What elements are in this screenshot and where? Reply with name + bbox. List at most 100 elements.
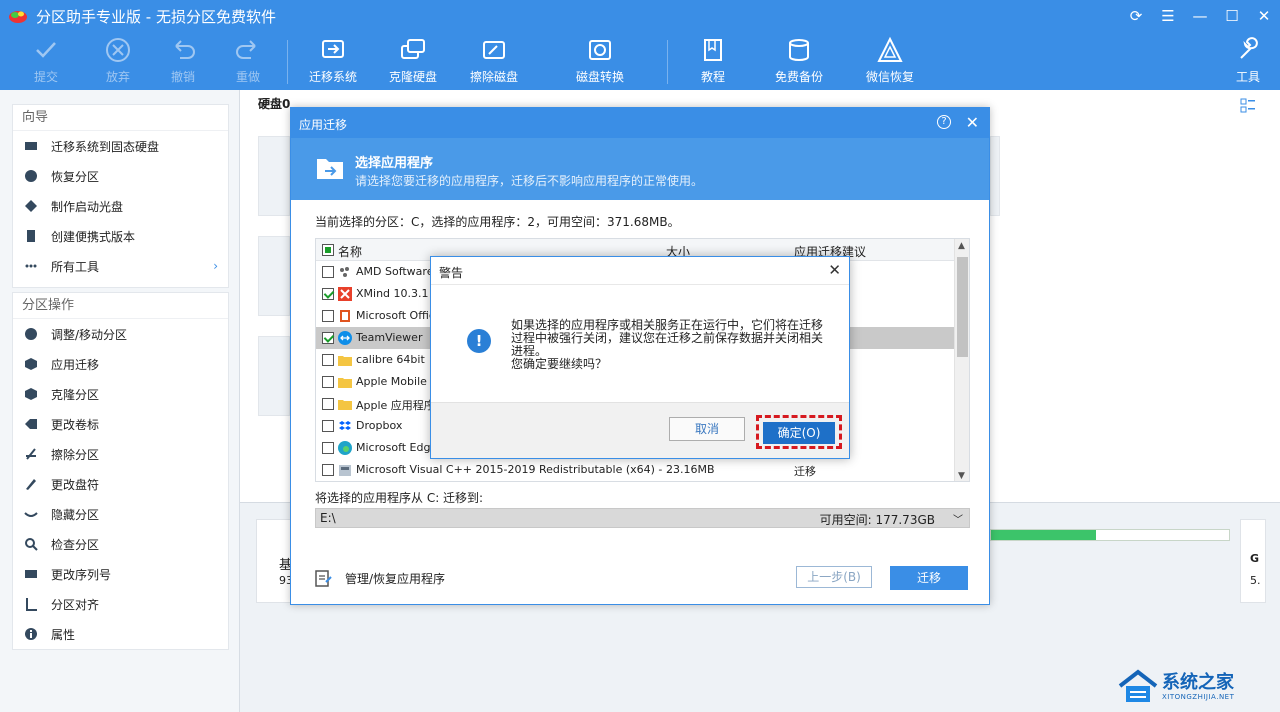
banner-subtitle: 请选择您要迁移的应用程序，迁移后不影响应用程序的正常使用。 xyxy=(355,174,704,188)
app-checkbox[interactable] xyxy=(322,310,334,322)
disk-convert-icon xyxy=(589,40,611,60)
sidebar-item-all-tools[interactable]: 所有工具 › xyxy=(13,251,228,281)
label-icon xyxy=(23,416,39,432)
clone-partition-icon xyxy=(23,386,39,402)
sidebar-item-change-label[interactable]: 更改卷标 xyxy=(13,409,228,439)
manage-apps-icon xyxy=(315,570,332,587)
boot-disc-icon xyxy=(23,198,39,214)
partition-ops-panel-title: 分区操作 xyxy=(13,293,228,319)
sidebar-item-portable[interactable]: 创建便携式版本 xyxy=(13,221,228,251)
partition-card[interactable] xyxy=(258,236,290,316)
xmind-icon xyxy=(338,287,352,301)
cancel-button[interactable]: 取消 xyxy=(669,417,745,441)
warning-title: 警告 xyxy=(439,266,464,280)
sidebar-item-align[interactable]: 分区对齐 xyxy=(13,589,228,619)
partition-ops-panel: 分区操作 调整/移动分区 应用迁移 克隆分区 更改卷标 擦除分区 更改盘符 隐藏… xyxy=(12,292,229,650)
column-name[interactable]: 名称 xyxy=(338,243,362,260)
disk-card[interactable]: G 5. xyxy=(1240,519,1266,603)
migrate-system-button[interactable]: 迁移系统 xyxy=(297,36,369,85)
select-all-checkbox[interactable] xyxy=(322,244,334,256)
folder-arrow-icon xyxy=(317,159,343,179)
sidebar-item-clone-partition[interactable]: 克隆分区 xyxy=(13,379,228,409)
wipe-partition-icon xyxy=(23,446,39,462)
sidebar-item-drive-letter[interactable]: 更改盘符 xyxy=(13,469,228,499)
app-checkbox[interactable] xyxy=(322,376,334,388)
dialog-titlebar: 应用迁移 ? ✕ xyxy=(291,108,989,138)
undo-button[interactable]: 撤销 xyxy=(147,36,219,85)
sidebar-item-app-migrate[interactable]: 应用迁移 xyxy=(13,349,228,379)
ok-button[interactable]: 确定(O) xyxy=(763,422,835,444)
minimize-button[interactable]: — xyxy=(1184,0,1216,32)
wipe-disk-icon xyxy=(483,41,505,59)
sidebar-item-hide-partition[interactable]: 隐藏分区 xyxy=(13,499,228,529)
chevron-right-icon: › xyxy=(213,259,218,273)
manage-restore-link[interactable]: 管理/恢复应用程序 xyxy=(313,568,445,588)
discard-button[interactable]: 放弃 xyxy=(82,36,154,85)
app-checkbox[interactable] xyxy=(322,288,334,300)
sidebar-item-properties[interactable]: 属性 xyxy=(13,619,228,649)
close-icon[interactable]: ✕ xyxy=(966,113,979,132)
list-item[interactable]: Microsoft Visual C++ 2015-2019 Redistrib… xyxy=(316,459,969,481)
target-drive-select[interactable]: E:\ 可用空间: 177.73GB ﹀ xyxy=(315,508,970,528)
wechat-recover-button[interactable]: 微信恢复 xyxy=(854,36,926,85)
hide-icon xyxy=(23,506,39,522)
sidebar-item-check-partition[interactable]: 检查分区 xyxy=(13,529,228,559)
free-backup-button[interactable]: 免费备份 xyxy=(763,36,835,85)
serial-icon xyxy=(23,566,39,582)
help-icon[interactable]: ? xyxy=(937,115,951,129)
app-checkbox[interactable] xyxy=(322,464,334,476)
app-checkbox[interactable] xyxy=(322,266,334,278)
tools-button[interactable]: 工具 xyxy=(1212,36,1280,85)
scrollbar-thumb[interactable] xyxy=(957,257,968,357)
vertical-scrollbar[interactable]: ▲ ▼ xyxy=(954,239,969,481)
partition-card[interactable] xyxy=(990,136,1000,216)
ssd-icon xyxy=(23,138,39,154)
wipe-disk-button[interactable]: 擦除磁盘 xyxy=(458,36,530,85)
app-checkbox[interactable] xyxy=(322,442,334,454)
redo-icon xyxy=(236,40,256,59)
sidebar-item-resize[interactable]: 调整/移动分区 xyxy=(13,319,228,349)
close-icon[interactable]: ✕ xyxy=(828,261,841,279)
edge-icon xyxy=(338,441,352,455)
close-button[interactable]: ✕ xyxy=(1248,0,1280,32)
view-toggle-icon[interactable] xyxy=(1240,98,1256,114)
folder-icon xyxy=(338,400,352,410)
sidebar-item-migrate-ssd[interactable]: 迁移系统到固态硬盘 xyxy=(13,131,228,161)
recover-partition-icon xyxy=(23,168,39,184)
book-icon xyxy=(704,39,722,61)
clone-disk-button[interactable]: 克隆硬盘 xyxy=(377,36,449,85)
title-bar: 分区助手专业版 - 无损分区免费软件 ⟳ ☰ — ☐ ✕ xyxy=(0,0,1280,32)
prev-button[interactable]: 上一步(B) xyxy=(796,566,872,588)
disk-convert-button[interactable]: 磁盘转换 xyxy=(564,36,636,85)
migrate-button[interactable]: 迁移 xyxy=(890,566,968,590)
app-checkbox[interactable] xyxy=(322,332,334,344)
maximize-button[interactable]: ☐ xyxy=(1216,0,1248,32)
resize-icon xyxy=(23,326,39,342)
office-icon xyxy=(340,310,350,322)
redo-button[interactable]: 重做 xyxy=(212,36,284,85)
menu-icon[interactable]: ☰ xyxy=(1152,0,1184,32)
app-checkbox[interactable] xyxy=(322,398,334,410)
tutorial-button[interactable]: 教程 xyxy=(677,36,749,85)
partition-card[interactable] xyxy=(258,336,290,416)
refresh-icon[interactable]: ⟳ xyxy=(1120,0,1152,32)
submit-button[interactable]: 提交 xyxy=(10,36,82,85)
app-checkbox[interactable] xyxy=(322,420,334,432)
align-icon xyxy=(23,596,39,612)
partition-card[interactable] xyxy=(258,136,290,216)
info-icon: ! xyxy=(467,329,491,353)
current-selection-info: 当前选择的分区：C，选择的应用程序：2，可用空间：371.68MB。 xyxy=(315,215,680,229)
app-checkbox[interactable] xyxy=(322,354,334,366)
sidebar-item-recover-partition[interactable]: 恢复分区 xyxy=(13,161,228,191)
house-logo-icon xyxy=(1118,669,1158,702)
sidebar-item-serial[interactable]: 更改序列号 xyxy=(13,559,228,589)
drive-letter-icon xyxy=(23,476,39,492)
window-title: 分区助手专业版 - 无损分区免费软件 xyxy=(36,8,276,26)
scroll-up-icon[interactable]: ▲ xyxy=(958,241,965,251)
all-tools-icon xyxy=(23,258,39,274)
scroll-down-icon[interactable]: ▼ xyxy=(958,471,965,481)
sidebar-item-wipe-partition[interactable]: 擦除分区 xyxy=(13,439,228,469)
sidebar-item-boot-disc[interactable]: 制作启动光盘 xyxy=(13,191,228,221)
watermark: 系统之家 XITONGZHIJIA.NET xyxy=(1116,666,1266,708)
portable-icon xyxy=(23,228,39,244)
